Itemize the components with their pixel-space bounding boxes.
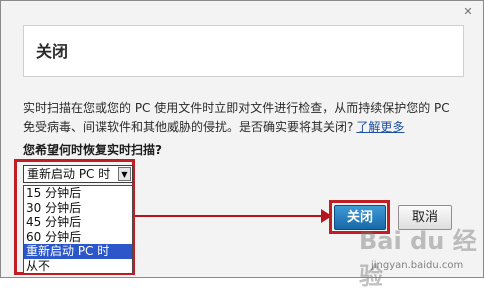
close-icon[interactable]: ✕ bbox=[459, 5, 477, 19]
option-15-minutes[interactable]: 15 分钟后 bbox=[24, 186, 132, 201]
baidu-watermark: Bai du 经验 jingyan.baidu.com bbox=[341, 213, 481, 290]
watermark-logo: Bai du 经验 bbox=[359, 227, 477, 290]
option-60-minutes[interactable]: 60 分钟后 bbox=[24, 230, 132, 245]
dialog-window: ✕ 关闭 实时扫描在您或您的 PC 使用文件时立即对文件进行检查，从而持续保护您… bbox=[0, 0, 484, 290]
option-45-minutes[interactable]: 45 分钟后 bbox=[24, 215, 132, 230]
description-line-2-text: 免受病毒、间谍软件和其他威胁的侵扰。是否确实要将其关闭? bbox=[23, 120, 354, 134]
description-line-2: 免受病毒、间谍软件和其他威胁的侵扰。是否确实要将其关闭? 了解更多 bbox=[23, 118, 468, 137]
description-text: 实时扫描在您或您的 PC 使用文件时立即对文件进行检查，从而持续保护您的 PC … bbox=[23, 99, 468, 137]
option-restart-pc[interactable]: 重新启动 PC 时 bbox=[24, 244, 132, 259]
option-30-minutes[interactable]: 30 分钟后 bbox=[24, 201, 132, 216]
resume-question: 您希望何时恢复实时扫描? bbox=[23, 143, 162, 157]
watermark-url: jingyan.baidu.com bbox=[371, 260, 464, 271]
annotation-arrow-line bbox=[135, 215, 329, 217]
learn-more-link[interactable]: 了解更多 bbox=[356, 120, 404, 134]
chevron-down-icon[interactable]: ▼ bbox=[118, 167, 131, 181]
select-value: 重新启动 PC 时 bbox=[27, 167, 111, 181]
dialog-title: 关闭 bbox=[36, 42, 69, 61]
resume-time-options: 15 分钟后 30 分钟后 45 分钟后 60 分钟后 重新启动 PC 时 从不 bbox=[23, 185, 133, 274]
option-never[interactable]: 从不 bbox=[24, 259, 132, 274]
title-panel: 关闭 bbox=[23, 25, 464, 77]
description-line-1: 实时扫描在您或您的 PC 使用文件时立即对文件进行检查，从而持续保护您的 PC bbox=[23, 101, 450, 115]
resume-time-select[interactable]: 重新启动 PC 时 ▼ bbox=[23, 165, 133, 183]
